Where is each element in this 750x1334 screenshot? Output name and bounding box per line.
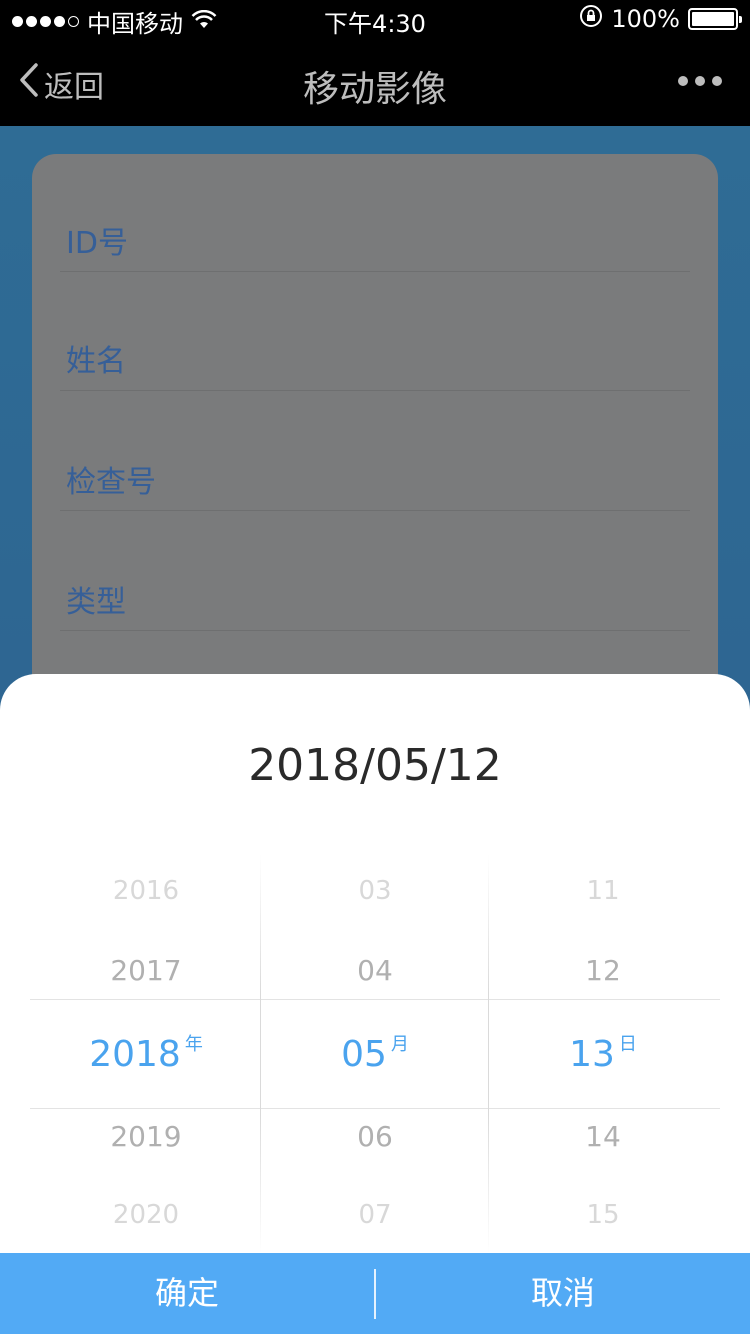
year-unit: 年 [184,1034,203,1055]
year-wheel[interactable]: 2016 2017 2018 年 2019 2020 [32,854,260,1254]
exam-number-label: 检查号 [66,465,156,500]
day-option[interactable]: 15 [489,1200,717,1230]
day-option[interactable]: 12 [489,954,717,987]
picker-date-display: 2018/05/12 [248,740,502,791]
date-picker-sheet: 2018/05/12 2016 2017 2018 年 2019 2020 03 … [0,674,750,1334]
more-dots-icon[interactable] [678,76,722,86]
day-option-selected[interactable]: 13 日 [489,1030,717,1075]
year-option[interactable]: 2020 [32,1200,260,1230]
rotation-lock-icon [579,4,603,34]
month-option[interactable]: 07 [261,1200,489,1230]
page-title: 移动影像 [302,69,447,110]
year-option[interactable]: 2019 [32,1120,260,1153]
day-wheel[interactable]: 11 12 13 日 14 15 [489,854,717,1254]
confirm-button[interactable]: 确定 [0,1253,374,1334]
day-option[interactable]: 11 [489,876,717,906]
battery-icon [688,8,742,30]
action-bar: 确定 取消 [0,1253,750,1334]
battery-percent: 100% [611,5,680,33]
month-option[interactable]: 03 [261,876,489,906]
month-option[interactable]: 04 [261,954,489,987]
id-field[interactable]: ID号 [60,154,690,272]
name-label: 姓名 [66,344,126,379]
cancel-button[interactable]: 取消 [376,1253,750,1334]
month-wheel[interactable]: 03 04 05 月 06 07 [261,854,489,1254]
status-bar: 中国移动 下午4:30 100% [0,0,750,40]
year-option[interactable]: 2016 [32,876,260,906]
month-option-selected[interactable]: 05 月 [261,1030,489,1075]
exam-number-field[interactable]: 检查号 [60,391,690,511]
month-unit: 月 [390,1034,409,1055]
year-option-selected[interactable]: 2018 年 [32,1030,260,1075]
day-unit: 日 [618,1034,637,1055]
month-option[interactable]: 06 [261,1120,489,1153]
name-field[interactable]: 姓名 [60,272,690,391]
nav-bar: 返回 移动影像 [0,40,750,126]
type-label: 类型 [66,585,126,620]
day-option[interactable]: 14 [489,1120,717,1153]
year-option[interactable]: 2017 [32,954,260,987]
id-label: ID号 [66,226,128,261]
type-field[interactable]: 类型 [60,511,690,631]
